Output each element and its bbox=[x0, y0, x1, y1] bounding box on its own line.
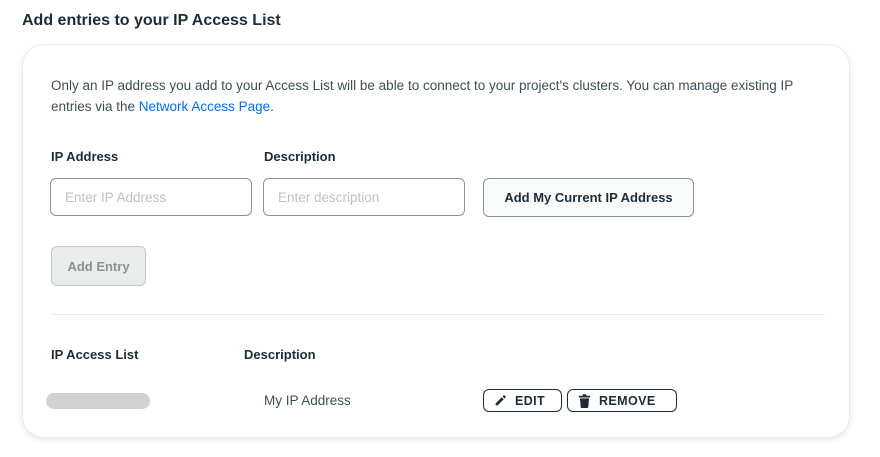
redacted-ip-address bbox=[46, 393, 150, 409]
row-description: My IP Address bbox=[264, 393, 351, 408]
ip-access-list-header: IP Access List bbox=[51, 347, 139, 362]
ip-address-input[interactable] bbox=[50, 178, 252, 216]
edit-button[interactable]: EDIT bbox=[483, 389, 562, 412]
add-entry-button[interactable]: Add Entry bbox=[51, 246, 146, 286]
ip-access-card: Only an IP address you add to your Acces… bbox=[22, 44, 850, 438]
section-divider bbox=[51, 314, 825, 315]
trash-icon bbox=[578, 393, 591, 408]
remove-label: REMOVE bbox=[599, 393, 656, 408]
ip-address-label: IP Address bbox=[51, 149, 119, 164]
network-access-page-link[interactable]: Network Access Page bbox=[139, 99, 270, 114]
remove-button[interactable]: REMOVE bbox=[567, 389, 677, 412]
intro-suffix: . bbox=[270, 99, 274, 114]
edit-label: EDIT bbox=[515, 393, 546, 408]
intro-text: Only an IP address you add to your Acces… bbox=[51, 75, 831, 117]
pencil-icon bbox=[494, 394, 507, 407]
description-label: Description bbox=[264, 149, 336, 164]
access-list-description-header: Description bbox=[244, 347, 316, 362]
add-current-ip-button[interactable]: Add My Current IP Address bbox=[483, 178, 694, 217]
description-input[interactable] bbox=[263, 178, 465, 216]
page-title: Add entries to your IP Access List bbox=[22, 12, 281, 29]
